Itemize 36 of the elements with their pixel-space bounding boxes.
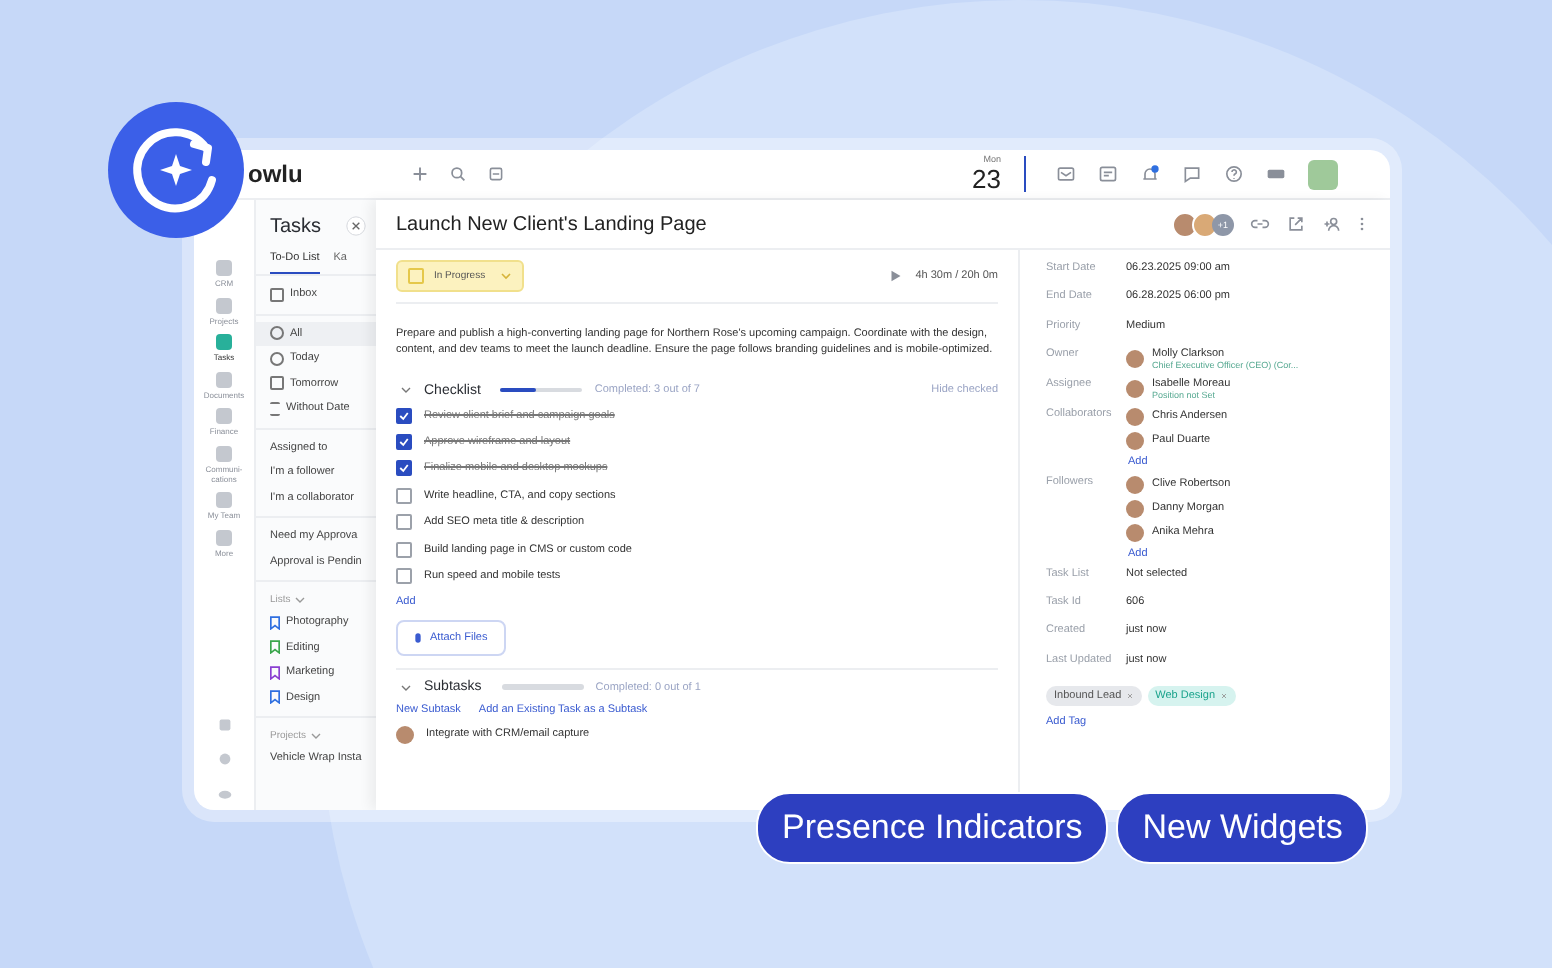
search-icon[interactable]	[450, 166, 467, 182]
checkbox[interactable]	[396, 568, 412, 585]
logo-text: owlu	[248, 160, 303, 188]
checkbox[interactable]	[396, 460, 412, 477]
panel-title: Tasks	[270, 215, 322, 237]
checkbox[interactable]	[396, 541, 412, 558]
external-link-icon[interactable]	[1286, 214, 1306, 234]
chevron-down-icon	[499, 272, 512, 280]
document-icon[interactable]	[1098, 164, 1118, 184]
chevron-down-icon[interactable]	[400, 683, 412, 692]
day-number: 23	[972, 165, 1001, 192]
mail-icon[interactable]	[1056, 164, 1076, 184]
checkbox[interactable]	[396, 434, 412, 451]
close-icon[interactable]	[346, 216, 366, 236]
avatar	[396, 725, 414, 744]
chevron-down-icon[interactable]	[294, 596, 307, 604]
checkbox[interactable]	[396, 407, 412, 424]
remove-icon[interactable]	[1219, 692, 1228, 701]
bell-icon[interactable]	[1140, 164, 1160, 184]
play-icon[interactable]	[889, 270, 902, 282]
feature-pill: New Widgets	[1116, 792, 1369, 864]
plus-icon[interactable]	[412, 166, 429, 182]
feature-pill: Presence Indicators	[756, 792, 1109, 864]
chevron-down-icon[interactable]	[400, 386, 412, 394]
user-avatar[interactable]	[1308, 159, 1338, 189]
remove-icon[interactable]	[1125, 692, 1134, 701]
checkbox[interactable]	[396, 487, 412, 504]
avatar	[1172, 211, 1198, 237]
paperclip-icon	[414, 631, 422, 644]
link-icon[interactable]	[1250, 214, 1270, 234]
chat-icon[interactable]	[1182, 164, 1202, 184]
help-icon[interactable]	[1224, 164, 1244, 184]
checkbox[interactable]	[396, 514, 412, 531]
task-title: Launch New Client's Landing Page	[396, 213, 707, 235]
add-person-icon[interactable]	[1322, 214, 1342, 234]
chevron-down-icon[interactable]	[310, 732, 323, 740]
